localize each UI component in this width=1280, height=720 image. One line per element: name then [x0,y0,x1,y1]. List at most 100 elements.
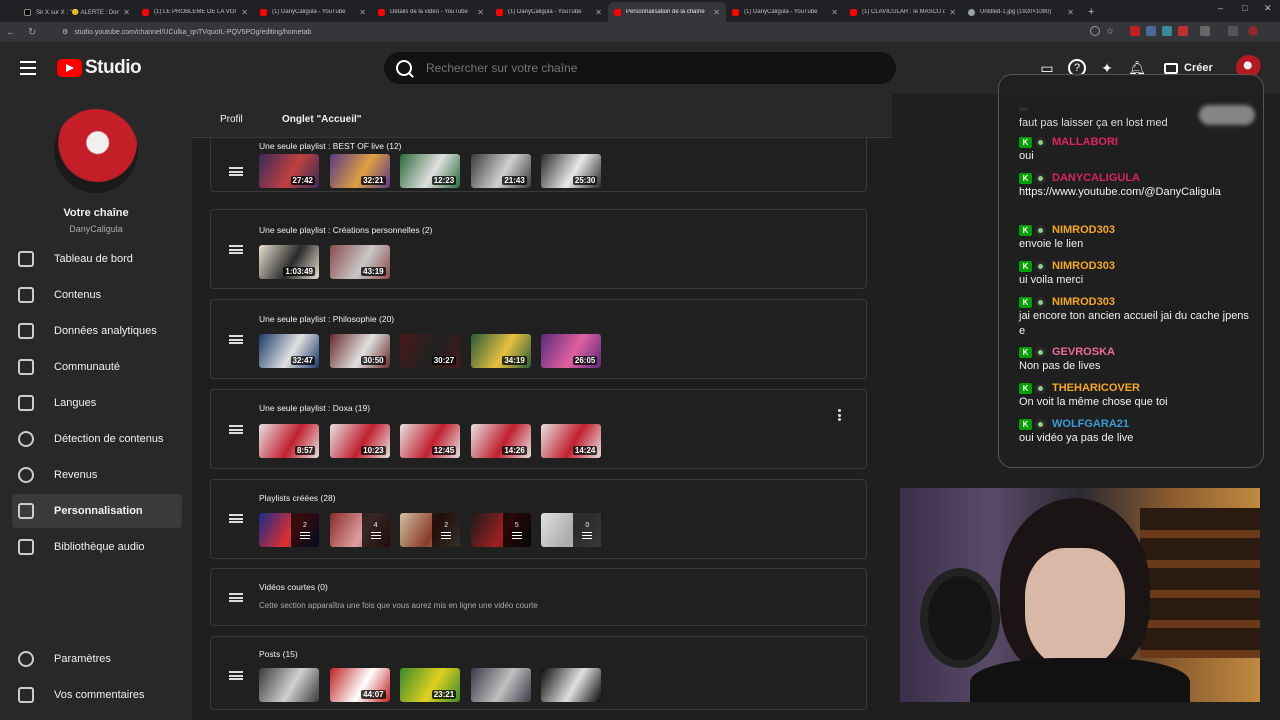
playlist-thumbnail[interactable]: 2 [259,513,319,547]
extension-icon[interactable] [1162,26,1172,36]
channel-avatar[interactable] [54,109,138,193]
video-thumbnail[interactable]: 26:05 [541,334,602,368]
video-thumbnail[interactable]: 1:03:49 [259,245,319,279]
browser-tab[interactable]: Untitled-1.jpg (1920×1080) ✕ [962,2,1080,22]
sidebar-item-copyright[interactable]: Détection de contenus [12,422,182,456]
close-tab-icon[interactable]: ✕ [123,8,130,17]
video-thumbnail[interactable]: 32:21 [329,154,390,188]
url-field[interactable]: ⚙ studio.youtube.com/channel/UCulka_qnTV… [62,25,1102,39]
home-section[interactable]: Posts (15) 44:07 23:21 [210,636,867,710]
close-tab-icon[interactable]: ✕ [949,8,956,17]
tab-title: Untitled-1.jpg (1920×1080) [980,9,1052,15]
video-thumbnail[interactable]: 12:45 [400,424,461,458]
extension-icon[interactable] [1130,26,1140,36]
mod-badge-icon: K [1019,172,1032,184]
video-thumbnail[interactable] [259,668,319,702]
browser-tab[interactable]: (1) DanyCaligula - YouTube ✕ [490,2,608,22]
video-thumbnail[interactable]: 10:23 [329,424,390,458]
video-thumbnail[interactable]: 30:50 [329,334,390,368]
drag-handle-icon[interactable] [229,593,243,602]
new-tab-icon[interactable]: + [1088,2,1094,22]
browser-tab[interactable]: Détails de la vidéo - YouTube ✕ [372,2,490,22]
zoom-icon[interactable] [1090,26,1100,36]
site-info-icon[interactable]: ⚙ [62,28,68,36]
sidebar-item-content[interactable]: Contenus [12,278,182,312]
drag-handle-icon[interactable] [229,167,243,176]
extension-icon[interactable] [1178,26,1188,36]
sidebar-item-gear[interactable]: Paramètres [12,642,182,676]
video-thumbnail[interactable]: 14:26 [470,424,531,458]
playlist-icon [511,531,522,539]
sidebar-item-audio-library[interactable]: Bibliothèque audio [12,530,182,564]
playlist-thumbnail[interactable]: 2 [400,513,461,547]
close-tab-icon[interactable]: ✕ [359,8,366,17]
bookmark-star-icon[interactable]: ☆ [1106,26,1116,36]
sidebar-item-subtitles[interactable]: Langues [12,386,182,420]
browser-tab[interactable]: (1) LE PROBLÈME DE LA VOITU ✕ [136,2,254,22]
video-thumbnail[interactable] [470,668,531,702]
sidebar-item-community[interactable]: Communauté [12,350,182,384]
reload-icon[interactable]: ↻ [28,27,36,38]
video-thumbnail[interactable]: 12:23 [400,154,461,188]
video-thumbnail[interactable]: 27:42 [259,154,319,188]
back-icon[interactable]: ← [6,27,16,38]
drag-handle-icon[interactable] [229,425,243,434]
video-thumbnail[interactable]: 25:30 [541,154,602,188]
video-thumbnail[interactable]: 14:24 [541,424,602,458]
close-tab-icon[interactable]: ✕ [241,8,248,17]
close-tab-icon[interactable]: ✕ [1067,8,1074,17]
profile-icon[interactable] [1228,26,1238,36]
playlist-icon [300,531,310,539]
home-section[interactable]: Playlists créées (28) 2 4 2 5 0 [210,479,867,559]
home-section[interactable]: Une seule playlist : Philosophie (20) 32:… [210,299,867,379]
extension-icon[interactable] [1146,26,1156,36]
browser-tab[interactable]: Personnalisation de la chaîne ✕ [608,2,726,22]
drag-handle-icon[interactable] [229,245,243,254]
close-tab-icon[interactable]: ✕ [713,8,720,17]
video-thumbnail[interactable]: 32:47 [259,334,319,368]
drag-handle-icon[interactable] [229,335,243,344]
channel-search[interactable] [384,52,896,84]
video-thumbnail[interactable]: 44:07 [329,668,390,702]
logo-text: Studio [85,57,142,78]
video-thumbnail[interactable]: 21:43 [470,154,531,188]
close-tab-icon[interactable]: ✕ [595,8,602,17]
video-thumbnail[interactable]: 43:19 [329,245,390,279]
sidebar-item-feedback[interactable]: Vos commentaires [12,678,182,712]
home-section[interactable]: Une seule playlist : Doxa (19) 8:57 10:23 1… [210,389,867,469]
maximize-icon[interactable]: □ [1242,3,1247,13]
more-options-icon[interactable] [838,409,842,421]
home-section[interactable]: Une seule playlist : Créations personnel… [210,209,867,289]
video-thumbnail[interactable] [541,668,602,702]
profile-avatar-icon[interactable] [1248,26,1258,36]
sidebar-item-dashboard[interactable]: Tableau de bord [12,242,182,276]
extensions-menu-icon[interactable] [1200,26,1210,36]
playlist-thumbnail[interactable]: 0 [541,513,602,547]
tab-home[interactable]: Onglet "Accueil" [282,114,362,125]
browser-tab[interactable]: Sir X sur X : "😊 ALERTE : Don ✕ [18,2,136,22]
studio-logo[interactable]: Studio [57,57,142,79]
close-tab-icon[interactable]: ✕ [477,8,484,17]
close-tab-icon[interactable]: ✕ [831,8,838,17]
browser-tab[interactable]: (1) CLAVICULAR : le MASCU qu ✕ [844,2,962,22]
drag-handle-icon[interactable] [229,514,243,523]
close-window-icon[interactable]: ✕ [1264,3,1272,14]
sidebar-item-dollar[interactable]: Revenus [12,458,182,492]
home-section[interactable]: Vidéos courtes (0) Cette section apparaît… [210,568,867,626]
browser-tab[interactable]: (1) DanyCaligula - YouTube ✕ [726,2,844,22]
tab-profile[interactable]: Profil [220,114,243,125]
playlist-thumbnail[interactable]: 4 [329,513,390,547]
sidebar-item-magic-wand[interactable]: Personnalisation [12,494,182,528]
minimize-icon[interactable]: – [1218,3,1223,13]
hamburger-menu-icon[interactable] [20,61,36,75]
playlist-thumbnail[interactable]: 5 [470,513,531,547]
sidebar-item-analytics[interactable]: Données analytiques [12,314,182,348]
chat-username: GEVROSKA [1052,346,1115,358]
video-thumbnail[interactable]: 8:57 [259,424,319,458]
video-thumbnail[interactable]: 23:21 [400,668,461,702]
browser-tab[interactable]: (1) DanyCaligula - YouTube ✕ [254,2,372,22]
drag-handle-icon[interactable] [229,671,243,680]
video-thumbnail[interactable]: 34:19 [470,334,531,368]
video-thumbnail[interactable]: 30:27 [400,334,461,368]
search-input[interactable] [426,61,866,75]
